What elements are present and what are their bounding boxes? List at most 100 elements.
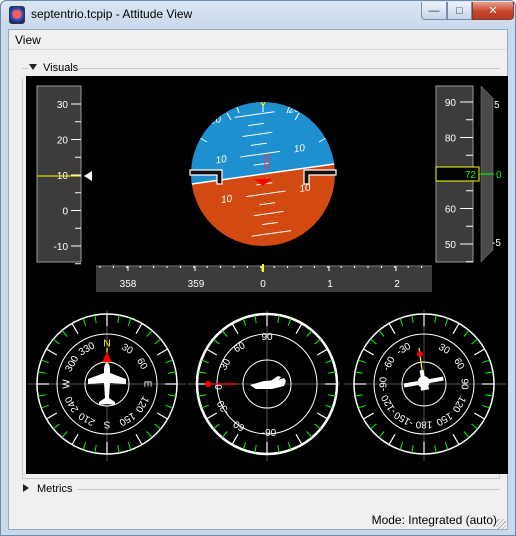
dial-tick	[354, 394, 364, 397]
pitch-label: 10	[215, 154, 228, 167]
visuals-group-label: Visuals	[43, 62, 79, 74]
pitch-dial-label: 60	[232, 340, 248, 355]
pitch-label: 10	[220, 194, 233, 207]
dial-tick	[277, 314, 280, 324]
dial-tick	[463, 330, 470, 337]
dial-tick	[146, 330, 153, 337]
pitch-label: 10	[293, 143, 306, 156]
resize-grip-icon[interactable]	[496, 519, 506, 529]
pitch-needle-dot	[205, 381, 211, 387]
right-tape-readout: 72	[465, 170, 477, 181]
pitch-dial-label: -90	[262, 428, 277, 439]
dial-tick	[452, 323, 460, 335]
dial-tick	[378, 431, 385, 438]
maximize-button[interactable]: □	[447, 2, 472, 20]
pitch-dial-label: 90	[261, 332, 273, 343]
right-tape: 9080706050 72	[435, 85, 480, 263]
instrument-panel: 3020100-10 20 20 10 10 10 10 90806050 72…	[28, 85, 506, 461]
roll-dial-label: 150	[434, 410, 454, 428]
heading-label: 359	[188, 279, 205, 290]
dial-tick	[206, 412, 218, 420]
compass-label: 120	[132, 394, 150, 414]
dial-tick	[482, 359, 490, 364]
dial-tick	[295, 323, 303, 335]
dial-tick	[53, 338, 60, 345]
dial-tick	[41, 359, 49, 364]
heading-label: 0	[260, 279, 266, 290]
dial-tick	[61, 431, 68, 438]
dial-tick	[306, 431, 313, 438]
vertical-speed-indicator: 5 0 -5	[479, 85, 502, 263]
menu-view[interactable]: View	[15, 33, 41, 47]
left-tape-label: -10	[54, 242, 69, 253]
compass-north-marker-icon	[102, 352, 112, 362]
dial-tick	[46, 348, 58, 356]
dial-tick	[354, 371, 364, 374]
dial-tick	[325, 359, 333, 364]
dial-tick	[484, 371, 494, 374]
dial-tick	[201, 359, 209, 364]
dial-tick	[206, 348, 218, 356]
dial-tick	[53, 423, 60, 430]
visuals-group-toggle[interactable]: Visuals	[29, 62, 78, 74]
chevron-down-icon	[29, 64, 37, 70]
dial-tick	[197, 394, 207, 397]
dial-tick	[37, 394, 47, 397]
vsi-label: 5	[494, 100, 500, 111]
dial-tick	[61, 330, 68, 337]
dial-tick	[370, 423, 377, 430]
dial-tick	[46, 412, 58, 420]
left-tape-label: 0	[62, 207, 68, 218]
dial-tick	[399, 318, 404, 326]
compass-label: S	[103, 419, 110, 430]
dial-tick	[388, 433, 396, 445]
close-button[interactable]: ✕	[472, 2, 514, 20]
roll-dial-label: 30	[436, 342, 452, 357]
group-line-left	[22, 68, 28, 69]
dial-tick	[41, 404, 49, 409]
dial-tick	[327, 371, 337, 374]
dial-tick	[71, 433, 79, 445]
heading-tape: 358 359 0 1 2	[96, 264, 432, 292]
dial-tick	[231, 323, 239, 335]
dial-tick	[167, 394, 177, 397]
roll-dial-label: 90	[459, 378, 470, 390]
right-tape-label: 60	[445, 205, 457, 216]
minimize-button[interactable]: —	[421, 2, 447, 20]
dial-tick	[471, 423, 478, 430]
dial-tick	[254, 314, 257, 324]
compass-label: 330	[77, 340, 97, 358]
compass-label: 240	[63, 394, 81, 414]
client-area: View Visuals 30 20 10 0 -10 20 20 10 10 …	[8, 29, 508, 530]
dial-tick	[37, 371, 47, 374]
status-mode: Mode: Integrated (auto)	[371, 513, 497, 527]
compass-label: 150	[117, 410, 137, 428]
dial-tick	[156, 348, 168, 356]
dial-tick	[411, 444, 414, 454]
pitch-dial-label: -60	[231, 418, 249, 435]
dial-tick	[117, 314, 120, 324]
title-bar[interactable]: septentrio.tcpip - Attitude View — □ ✕	[1, 1, 515, 29]
dial-tick	[167, 371, 177, 374]
roll-dial-label: -60	[381, 355, 398, 373]
dial-tick	[363, 412, 375, 420]
compass-label: 30	[119, 342, 135, 357]
roll-dial-label: 120	[449, 394, 467, 414]
dial-tick	[221, 431, 228, 438]
roll-needle-dot	[417, 351, 423, 357]
dial-tick	[484, 394, 494, 397]
dial-tick	[370, 338, 377, 345]
metrics-group-label: Metrics	[37, 483, 73, 495]
heading-label: 2	[394, 279, 400, 290]
dial-tick	[94, 314, 97, 324]
dial-tick	[295, 433, 303, 445]
dial-tick	[314, 423, 321, 430]
right-tape-label: 90	[445, 98, 457, 109]
metrics-group-toggle[interactable]: Metrics	[23, 483, 72, 495]
dial-tick	[388, 323, 396, 335]
airplane-side-icon	[250, 378, 286, 389]
status-bar: Mode: Integrated (auto)	[9, 509, 507, 530]
roll-dial-label: -90	[379, 376, 390, 391]
pitch-dial-label: 30	[218, 357, 233, 373]
dial-tick	[135, 323, 143, 335]
